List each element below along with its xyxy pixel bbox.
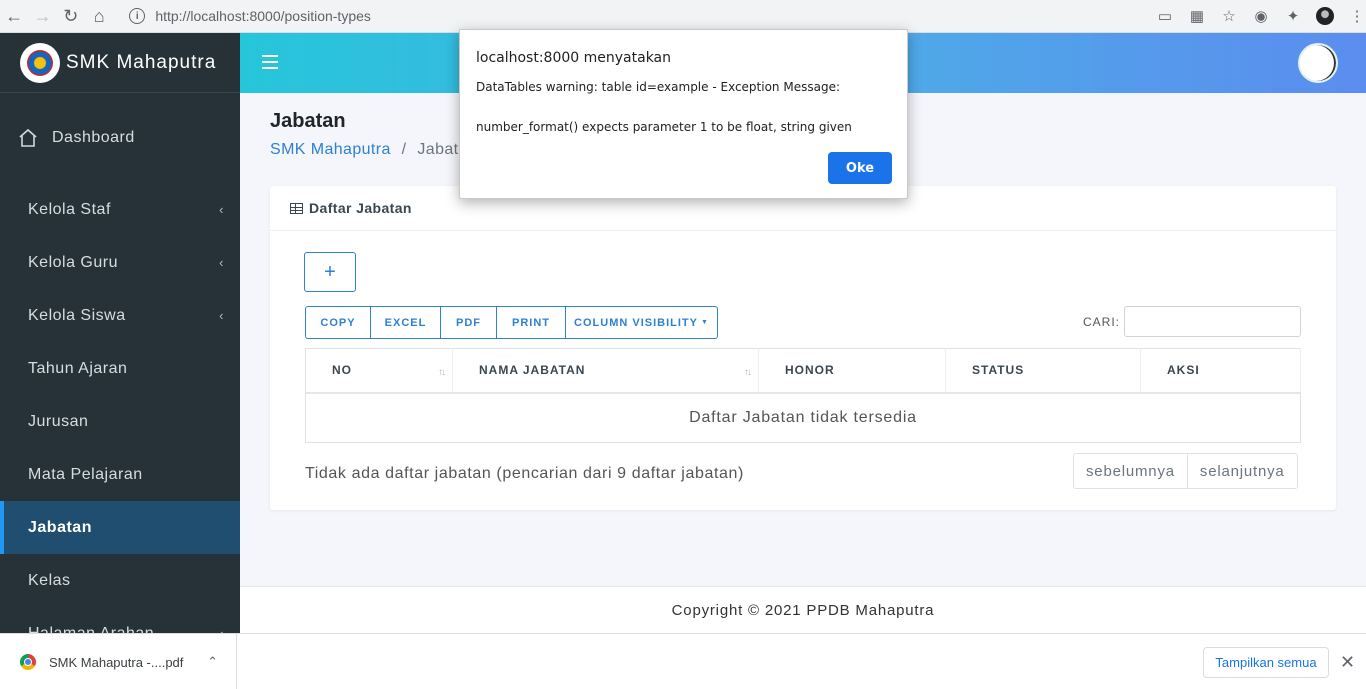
- chevron-left-icon: ‹: [219, 308, 224, 323]
- column-label: HONOR: [785, 363, 835, 378]
- sidebar-item-kelas[interactable]: Kelas: [0, 554, 240, 607]
- address-bar[interactable]: i http://localhost:8000/position-types: [123, 2, 1148, 30]
- sidebar-item-tahun-ajaran[interactable]: Tahun Ajaran: [0, 342, 240, 395]
- home-icon: [19, 128, 37, 147]
- column-header-status: STATUS: [945, 348, 1141, 394]
- search-label: CARI:: [1083, 315, 1121, 329]
- caret-down-icon: ▼: [701, 319, 709, 326]
- export-button-group: COPY EXCEL PDF PRINT COLUMN VISIBILITY ▼: [305, 306, 718, 339]
- sidebar-item-label: Mata Pelajaran: [28, 465, 143, 483]
- previous-page-button[interactable]: sebelumnya: [1074, 454, 1188, 488]
- column-header-nama-jabatan[interactable]: NAMA JABATAN ↑↓: [452, 348, 759, 394]
- camera-icon[interactable]: ◉: [1252, 7, 1270, 25]
- profile-avatar[interactable]: [1315, 7, 1334, 25]
- download-bar: SMK Mahaputra -....pdf ⌃ Tampilkan semua…: [0, 633, 1366, 689]
- sidebar-item-kelola-siswa[interactable]: Kelola Siswa ‹: [0, 289, 240, 342]
- alert-dialog: localhost:8000 menyatakan DataTables war…: [459, 29, 908, 199]
- forward-icon[interactable]: →: [28, 2, 56, 30]
- home-icon[interactable]: ⌂: [85, 2, 113, 30]
- sidebar-item-label: Kelas: [28, 571, 71, 589]
- column-header-aksi: AKSI: [1140, 348, 1301, 394]
- column-visibility-label: COLUMN VISIBILITY: [574, 316, 698, 329]
- pdf-button[interactable]: PDF: [441, 307, 497, 338]
- chevron-left-icon: ‹: [219, 202, 224, 217]
- sidebar-item-mata-pelajaran[interactable]: Mata Pelajaran: [0, 448, 240, 501]
- table-info: Tidak ada daftar jabatan (pencarian dari…: [305, 465, 744, 482]
- ok-button[interactable]: Oke: [828, 152, 892, 184]
- search-input[interactable]: [1124, 306, 1301, 337]
- breadcrumb-separator: /: [401, 141, 407, 158]
- school-logo: [20, 42, 60, 83]
- column-label: NAMA JABATAN: [479, 363, 586, 378]
- page-title: Jabatan: [270, 110, 346, 132]
- breadcrumb-home-link[interactable]: SMK Mahaputra: [270, 141, 391, 158]
- back-icon[interactable]: ←: [0, 2, 28, 30]
- column-header-honor: HONOR: [758, 348, 946, 394]
- card-title: Daftar Jabatan: [309, 200, 412, 216]
- sort-icon: ↑↓: [744, 367, 752, 378]
- extensions-icon[interactable]: ✦: [1284, 7, 1302, 25]
- reload-icon[interactable]: ↻: [57, 2, 85, 30]
- url-text[interactable]: http://localhost:8000/position-types: [155, 8, 371, 24]
- hamburger-menu-icon[interactable]: [262, 55, 278, 69]
- column-label: AKSI: [1167, 363, 1200, 378]
- column-header-no[interactable]: NO ↑↓: [305, 348, 453, 394]
- pagination: sebelumnya selanjutnya: [1073, 453, 1298, 489]
- dialog-message-line1: DataTables warning: table id=example - E…: [476, 80, 840, 94]
- print-button[interactable]: PRINT: [497, 307, 566, 338]
- download-filename: SMK Mahaputra -....pdf: [49, 654, 184, 670]
- next-page-button[interactable]: selanjutnya: [1188, 454, 1297, 488]
- copy-button[interactable]: COPY: [306, 307, 371, 338]
- bookmark-star-icon[interactable]: ☆: [1220, 7, 1238, 25]
- dialog-title: localhost:8000 menyatakan: [476, 50, 672, 66]
- column-label: STATUS: [972, 363, 1025, 378]
- column-visibility-button[interactable]: COLUMN VISIBILITY ▼: [566, 307, 717, 338]
- sidebar-item-jabatan[interactable]: Jabatan: [0, 501, 240, 554]
- sidebar-item-label: Jurusan: [28, 412, 89, 430]
- excel-button[interactable]: EXCEL: [371, 307, 441, 338]
- sidebar-item-label: Kelola Guru: [28, 253, 118, 271]
- sidebar-item-label: Dashboard: [52, 129, 135, 146]
- sidebar-item-kelola-guru[interactable]: Kelola Guru ‹: [0, 236, 240, 289]
- cast-icon[interactable]: ▭: [1156, 7, 1174, 25]
- sidebar-item-jurusan[interactable]: Jurusan: [0, 395, 240, 448]
- sort-icon: ↑↓: [438, 367, 446, 378]
- column-label: NO: [332, 363, 352, 378]
- sidebar-item-label: Tahun Ajaran: [28, 359, 128, 377]
- qr-icon[interactable]: ▦: [1188, 7, 1206, 25]
- sidebar-item-label: Kelola Siswa: [28, 306, 126, 324]
- sidebar: SMK Mahaputra Dashboard Kelola Staf ‹ Ke…: [0, 33, 240, 642]
- close-icon[interactable]: ✕: [1340, 652, 1355, 673]
- copyright-text: Copyright © 2021 PPDB Mahaputra: [671, 601, 935, 619]
- positions-table: NO ↑↓ NAMA JABATAN ↑↓ HONOR STATUS AKSI: [305, 348, 1301, 443]
- position-list-card: Daftar Jabatan + COPY EXCEL PDF PRINT CO…: [270, 186, 1336, 510]
- breadcrumb: SMK Mahaputra / Jabatan: [270, 141, 477, 159]
- table-row: Daftar Jabatan tidak tersedia: [306, 393, 1301, 443]
- user-avatar[interactable]: [1298, 43, 1338, 83]
- chevron-left-icon: ‹: [219, 255, 224, 270]
- site-info-icon[interactable]: i: [129, 8, 146, 24]
- brand-name: SMK Mahaputra: [66, 51, 217, 73]
- sidebar-item-label: Jabatan: [28, 518, 92, 536]
- table-icon: [290, 202, 303, 214]
- dialog-message-line2: number_format() expects parameter 1 to b…: [476, 120, 852, 134]
- chrome-file-icon: [20, 654, 36, 670]
- add-position-button[interactable]: +: [304, 252, 356, 292]
- brand[interactable]: SMK Mahaputra: [0, 33, 240, 93]
- sidebar-menu: Dashboard Kelola Staf ‹ Kelola Guru ‹ Ke…: [0, 93, 240, 660]
- table-header-row: NO ↑↓ NAMA JABATAN ↑↓ HONOR STATUS AKSI: [305, 348, 1301, 394]
- download-item[interactable]: SMK Mahaputra -....pdf ⌃: [0, 634, 237, 689]
- chevron-up-icon[interactable]: ⌃: [207, 654, 218, 670]
- sidebar-item-kelola-staf[interactable]: Kelola Staf ‹: [0, 183, 240, 236]
- show-all-downloads-button[interactable]: Tampilkan semua: [1203, 647, 1329, 678]
- empty-table-message: Daftar Jabatan tidak tersedia: [689, 408, 917, 426]
- sidebar-item-label: Kelola Staf: [28, 200, 111, 218]
- sidebar-item-dashboard[interactable]: Dashboard: [0, 93, 240, 183]
- menu-dots-icon[interactable]: ⋮: [1348, 7, 1366, 25]
- footer: Copyright © 2021 PPDB Mahaputra: [240, 586, 1366, 633]
